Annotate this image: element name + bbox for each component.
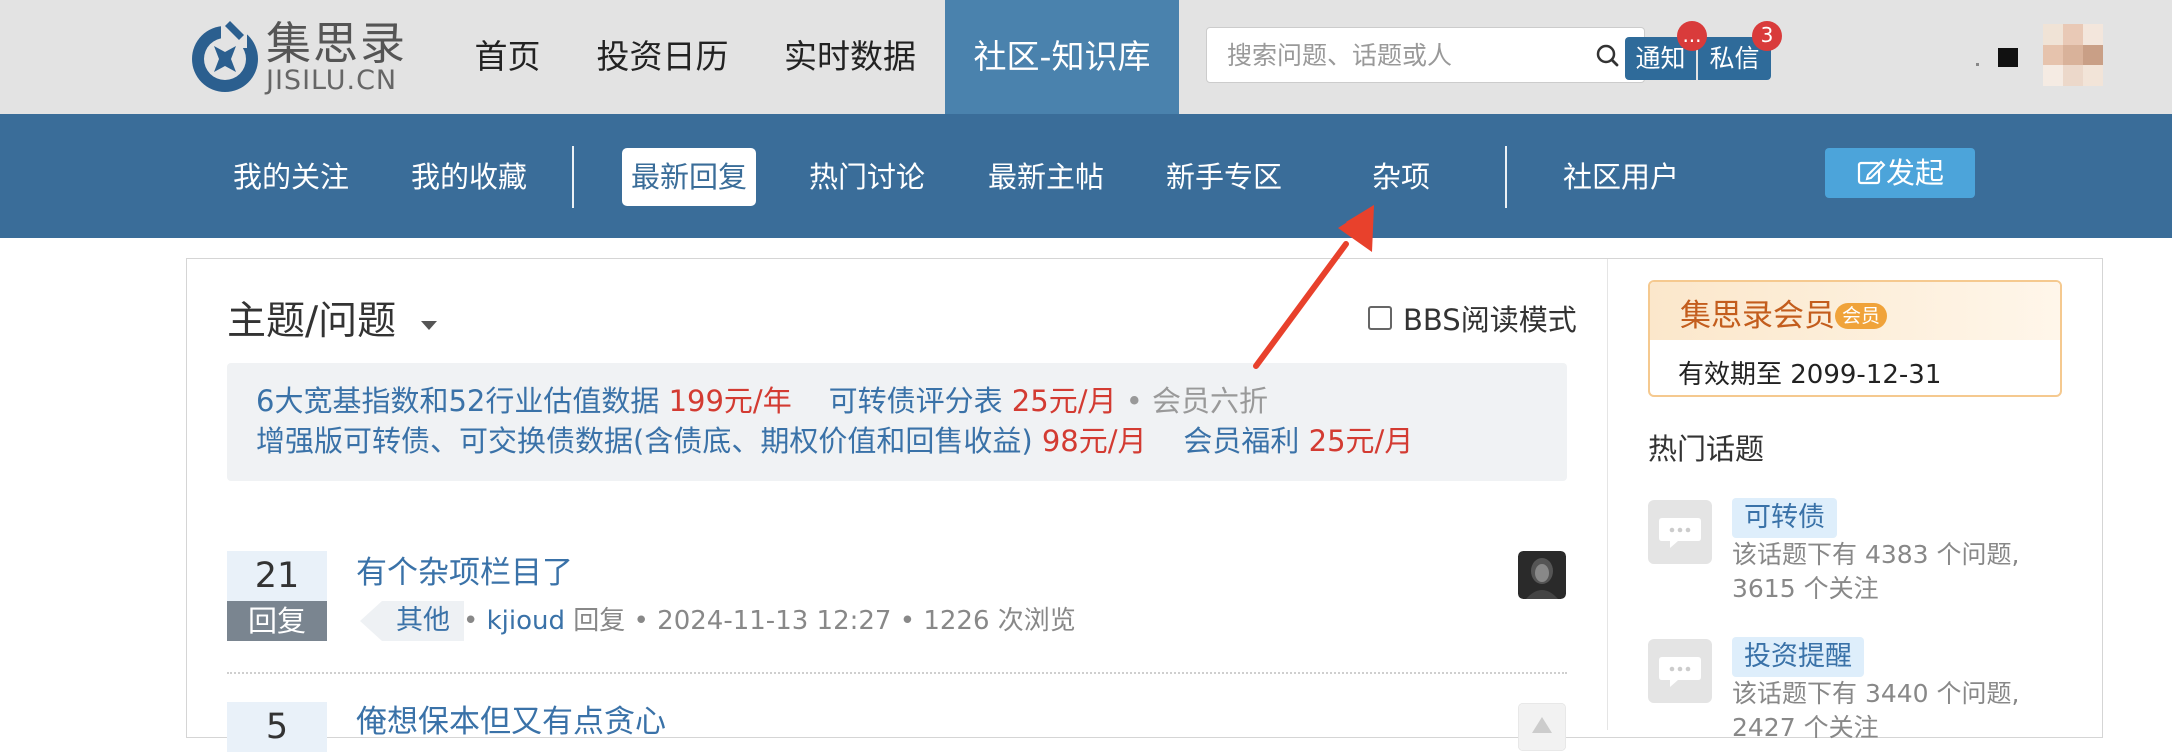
- chat-bubble-icon: [1659, 518, 1701, 548]
- subnav-community-users[interactable]: 社区用户: [1563, 148, 1679, 206]
- promo-link-index-data[interactable]: 6大宽基指数和52行业估值数据: [256, 384, 669, 418]
- nav-realtime-data[interactable]: 实时数据: [770, 0, 930, 114]
- post-time: 2024-11-13 12:27: [657, 606, 892, 636]
- promo-price: 25元/月: [1308, 424, 1414, 458]
- message-count-badge: 3: [1752, 21, 1782, 51]
- nav-community[interactable]: 社区-知识库: [945, 0, 1179, 114]
- chat-bubble-icon[interactable]: [1648, 639, 1712, 703]
- post-user-avatar[interactable]: [1518, 551, 1566, 599]
- promo-link-cb-score[interactable]: 可转债评分表: [792, 384, 1012, 418]
- membership-expiry: 有效期至 2099-12-31: [1678, 360, 1942, 390]
- hot-topics-heading: 热门话题: [1648, 432, 1765, 466]
- bbs-mode-checkbox[interactable]: [1368, 306, 1392, 330]
- promo-line-2: 增强版可转债、可交换债数据(含债底、期权价值和回售收益) 98元/月 会员福利 …: [256, 423, 1413, 459]
- launch-label: 发起: [1885, 156, 1944, 190]
- subnav-misc[interactable]: 杂项: [1372, 148, 1430, 206]
- chevron-down-icon[interactable]: [421, 321, 437, 330]
- jisilu-logo-icon[interactable]: [184, 16, 266, 98]
- search-input[interactable]: [1207, 28, 1571, 82]
- subnav-my-follows[interactable]: 我的关注: [233, 148, 349, 206]
- subnav-newbie-zone[interactable]: 新手专区: [1166, 148, 1282, 206]
- notification-count-badge: ...: [1677, 21, 1707, 51]
- promo-price: 199元/年: [668, 384, 792, 418]
- reply-count-box: 21 回复: [227, 551, 327, 641]
- promo-price: 25元/月: [1011, 384, 1117, 418]
- nav-investment-calendar[interactable]: 投资日历: [590, 0, 735, 114]
- subnav-my-favorites[interactable]: 我的收藏: [411, 148, 527, 206]
- menu-dot: [1976, 63, 1979, 66]
- reply-label: 回复: [227, 601, 327, 641]
- subnav-hot-discussions[interactable]: 热门讨论: [809, 148, 925, 206]
- nav-home[interactable]: 首页: [455, 0, 560, 114]
- topic-followers: 3615 个关注: [1732, 574, 1879, 603]
- reply-count-box: 5: [227, 702, 327, 752]
- page-title[interactable]: 主题/问题: [227, 296, 396, 348]
- logo-name[interactable]: 集思录: [266, 18, 407, 70]
- promo-price: 98元/月: [1041, 424, 1147, 458]
- post-username[interactable]: kjioud: [487, 606, 565, 636]
- topic-stats: 该话题下有 4383 个问题,: [1732, 540, 2020, 569]
- launch-post-button[interactable]: 发起: [1825, 148, 1975, 198]
- reply-count: 5: [227, 702, 327, 752]
- bbs-mode-label[interactable]: BBS阅读模式: [1403, 302, 1577, 338]
- subnav-divider: [1505, 146, 1507, 208]
- sidebar-divider: [1607, 259, 1608, 730]
- topic-followers: 2427 个关注: [1732, 713, 1879, 742]
- promo-link-enhanced-data[interactable]: 增强版可转债、可交换债数据(含债底、期权价值和回售收益): [256, 424, 1042, 458]
- chat-bubble-icon[interactable]: [1648, 500, 1712, 564]
- member-badge: 会员: [1835, 303, 1888, 329]
- topic-tag-convertible-bond[interactable]: 可转债: [1732, 498, 1837, 538]
- promo-line-1: 6大宽基指数和52行业估值数据 199元/年 可转债评分表 25元/月 • 会员…: [256, 383, 1268, 419]
- post-action: 回复: [573, 606, 626, 636]
- logo-domain[interactable]: JISILU.CN: [266, 66, 397, 96]
- promo-link-member-benefit[interactable]: 会员福利: [1147, 424, 1309, 458]
- topic-stats: 该话题下有 3440 个问题,: [1732, 679, 2020, 708]
- promo-discount-note: • 会员六折: [1116, 384, 1269, 418]
- subnav-divider: [572, 146, 574, 208]
- subnav-latest-posts[interactable]: 最新主帖: [988, 148, 1104, 206]
- post-separator: [227, 672, 1567, 674]
- edit-icon: [1857, 160, 1886, 185]
- user-avatar[interactable]: [2043, 24, 2103, 86]
- post-title[interactable]: 俺想保本但又有点贪心: [356, 702, 666, 742]
- post-title[interactable]: 有个杂项栏目了: [356, 553, 573, 593]
- post-views: 1226 次浏览: [923, 606, 1076, 636]
- promo-banner: [227, 363, 1567, 481]
- post-tag[interactable]: 其他: [360, 601, 464, 641]
- post-user-avatar[interactable]: [1518, 703, 1566, 751]
- user-status-icon: [1998, 48, 2018, 67]
- subnav-latest-replies[interactable]: 最新回复: [622, 148, 757, 206]
- chat-bubble-icon: [1659, 657, 1701, 687]
- search-field[interactable]: [1206, 27, 1572, 83]
- post-meta: • kjioud 回复 • 2024-11-13 12:27 • 1226 次浏…: [463, 606, 1076, 636]
- membership-title[interactable]: 集思录会员: [1680, 296, 1835, 336]
- reply-count: 21: [227, 551, 327, 601]
- topic-tag-investment-reminder[interactable]: 投资提醒: [1732, 637, 1864, 677]
